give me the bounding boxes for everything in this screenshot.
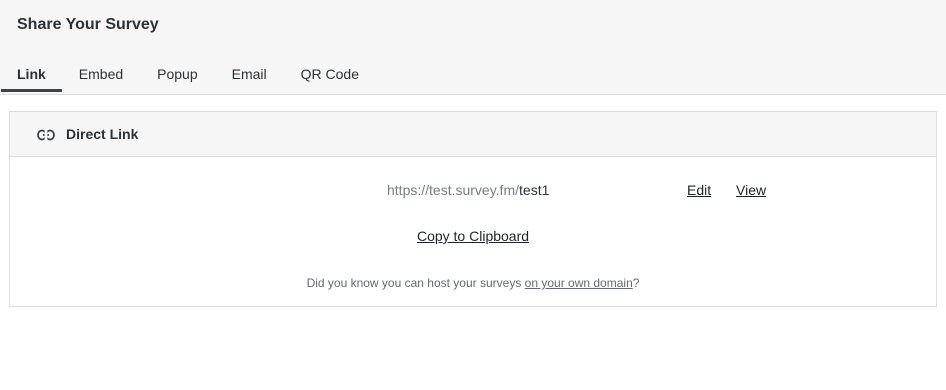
own-domain-link[interactable]: on your own domain	[525, 276, 633, 290]
tab-qr-code[interactable]: QR Code	[301, 64, 359, 92]
tab-email[interactable]: Email	[232, 64, 267, 92]
tab-popup[interactable]: Popup	[157, 64, 197, 92]
direct-link-panel: Direct Link https://test.survey.fm/test1…	[9, 111, 937, 307]
panel-title: Direct Link	[66, 126, 139, 142]
custom-domain-note: Did you know you can host your surveys o…	[10, 276, 936, 290]
edit-link[interactable]: Edit	[687, 182, 711, 198]
tab-link[interactable]: Link	[1, 64, 62, 92]
tab-bar: Link Embed Popup Email QR Code	[1, 64, 393, 92]
url-base: https://test.survey.fm/	[387, 182, 520, 198]
page-title: Share Your Survey	[17, 16, 159, 33]
survey-url: https://test.survey.fm/test1	[387, 182, 549, 198]
url-slug: test1	[519, 182, 550, 198]
copy-to-clipboard-link: Copy to Clipboard	[10, 228, 936, 244]
panel-header: Direct Link	[10, 112, 936, 157]
share-header: Share Your Survey Link Embed Popup Email…	[0, 0, 946, 95]
tab-embed[interactable]: Embed	[79, 64, 123, 92]
note-suffix: ?	[632, 276, 640, 290]
link-icon	[37, 128, 55, 141]
copy-to-clipboard-button[interactable]: Copy to Clipboard	[417, 228, 529, 244]
note-prefix: Did you know you can host your surveys	[306, 276, 525, 290]
view-link[interactable]: View	[736, 182, 766, 198]
